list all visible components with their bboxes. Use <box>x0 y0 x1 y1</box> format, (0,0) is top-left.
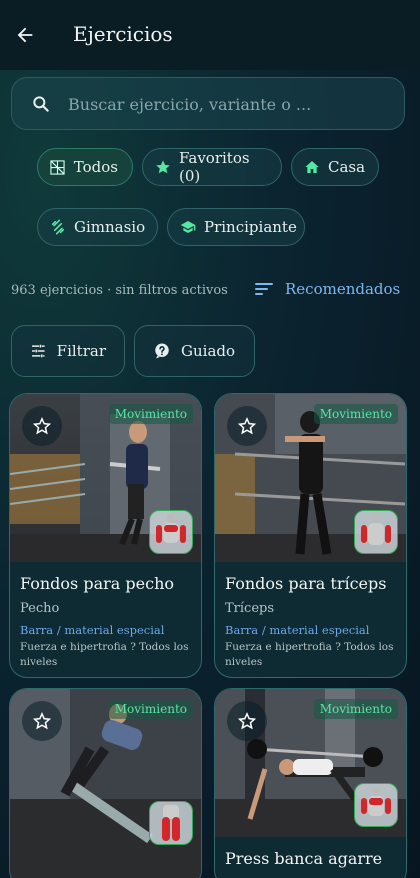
sort-label: Recomendados <box>285 280 401 298</box>
page-title: Ejercicios <box>73 22 173 46</box>
movement-badge: Movimiento <box>313 699 398 719</box>
dumbbell-icon <box>50 219 66 235</box>
chip-label: Todos <box>73 158 118 176</box>
star-icon <box>155 159 171 175</box>
search-input[interactable] <box>68 88 388 120</box>
exercise-description: Fuerza e hipertrofia ? Todos los niveles <box>225 641 394 668</box>
sort-icon <box>255 283 273 295</box>
star-outline-icon <box>238 712 256 730</box>
muscle-map-image <box>149 510 193 554</box>
chip-principiante[interactable]: Principiante <box>167 208 305 246</box>
favorite-button[interactable] <box>22 406 62 446</box>
exercise-card[interactable]: Movimiento Fondos para pecho Pecho Barra… <box>9 393 202 678</box>
grid-icon <box>50 159 66 175</box>
exercise-equipment: Barra / material especial <box>20 623 165 637</box>
favorite-button[interactable] <box>22 701 62 741</box>
muscle-map-image <box>354 510 398 554</box>
filter-label: Filtrar <box>56 342 106 360</box>
chip-favoritos[interactable]: Favoritos (0) <box>142 148 282 186</box>
search-bar <box>11 77 405 130</box>
chip-todos[interactable]: Todos <box>37 148 133 186</box>
star-outline-icon <box>33 712 51 730</box>
home-icon <box>304 159 320 175</box>
guided-label: Guiado <box>181 342 236 360</box>
app-bar: Ejercicios <box>0 0 420 70</box>
exercise-card[interactable]: Movimiento Fondos para tríceps Tríceps B… <box>214 393 407 678</box>
movement-badge: Movimiento <box>108 404 193 424</box>
movement-badge: Movimiento <box>313 404 398 424</box>
chip-gimnasio[interactable]: Gimnasio <box>37 208 158 246</box>
star-outline-icon <box>33 417 51 435</box>
movement-badge: Movimiento <box>108 699 193 719</box>
school-icon <box>180 219 196 235</box>
filter-button[interactable]: Filtrar <box>11 325 125 377</box>
exercise-card[interactable]: Movimiento <box>9 688 202 878</box>
muscle-map-image <box>354 783 398 827</box>
exercise-muscle: Tríceps <box>225 601 275 616</box>
chip-label: Casa <box>328 158 366 176</box>
tune-icon <box>32 344 45 358</box>
exercise-title: Fondos para pecho <box>20 574 174 593</box>
search-icon <box>33 96 49 112</box>
results-count: 963 ejercicios · sin filtros activos <box>11 283 228 298</box>
exercise-muscle: Pecho <box>20 601 60 616</box>
guided-button[interactable]: Guiado <box>134 325 255 377</box>
chip-label: Gimnasio <box>74 218 146 236</box>
chip-label: Favoritos (0) <box>179 149 250 185</box>
help-icon <box>155 343 169 359</box>
back-button[interactable] <box>12 22 38 48</box>
exercise-equipment: Barra / material especial <box>225 623 370 637</box>
chip-casa[interactable]: Casa <box>291 148 379 186</box>
exercise-title: Fondos para tríceps <box>225 574 387 593</box>
exercise-card[interactable]: Movimiento Press banca agarre <box>214 688 407 878</box>
favorite-button[interactable] <box>227 406 267 446</box>
favorite-button[interactable] <box>227 701 267 741</box>
star-outline-icon <box>238 417 256 435</box>
muscle-map-image <box>149 801 193 845</box>
arrow-left-icon <box>17 27 33 43</box>
exercise-description: Fuerza e hipertrofia ? Todos los niveles <box>20 641 189 668</box>
exercise-title: Press banca agarre <box>225 849 383 868</box>
sort-button[interactable]: Recomendados <box>255 280 400 298</box>
chip-label: Principiante <box>204 218 297 236</box>
